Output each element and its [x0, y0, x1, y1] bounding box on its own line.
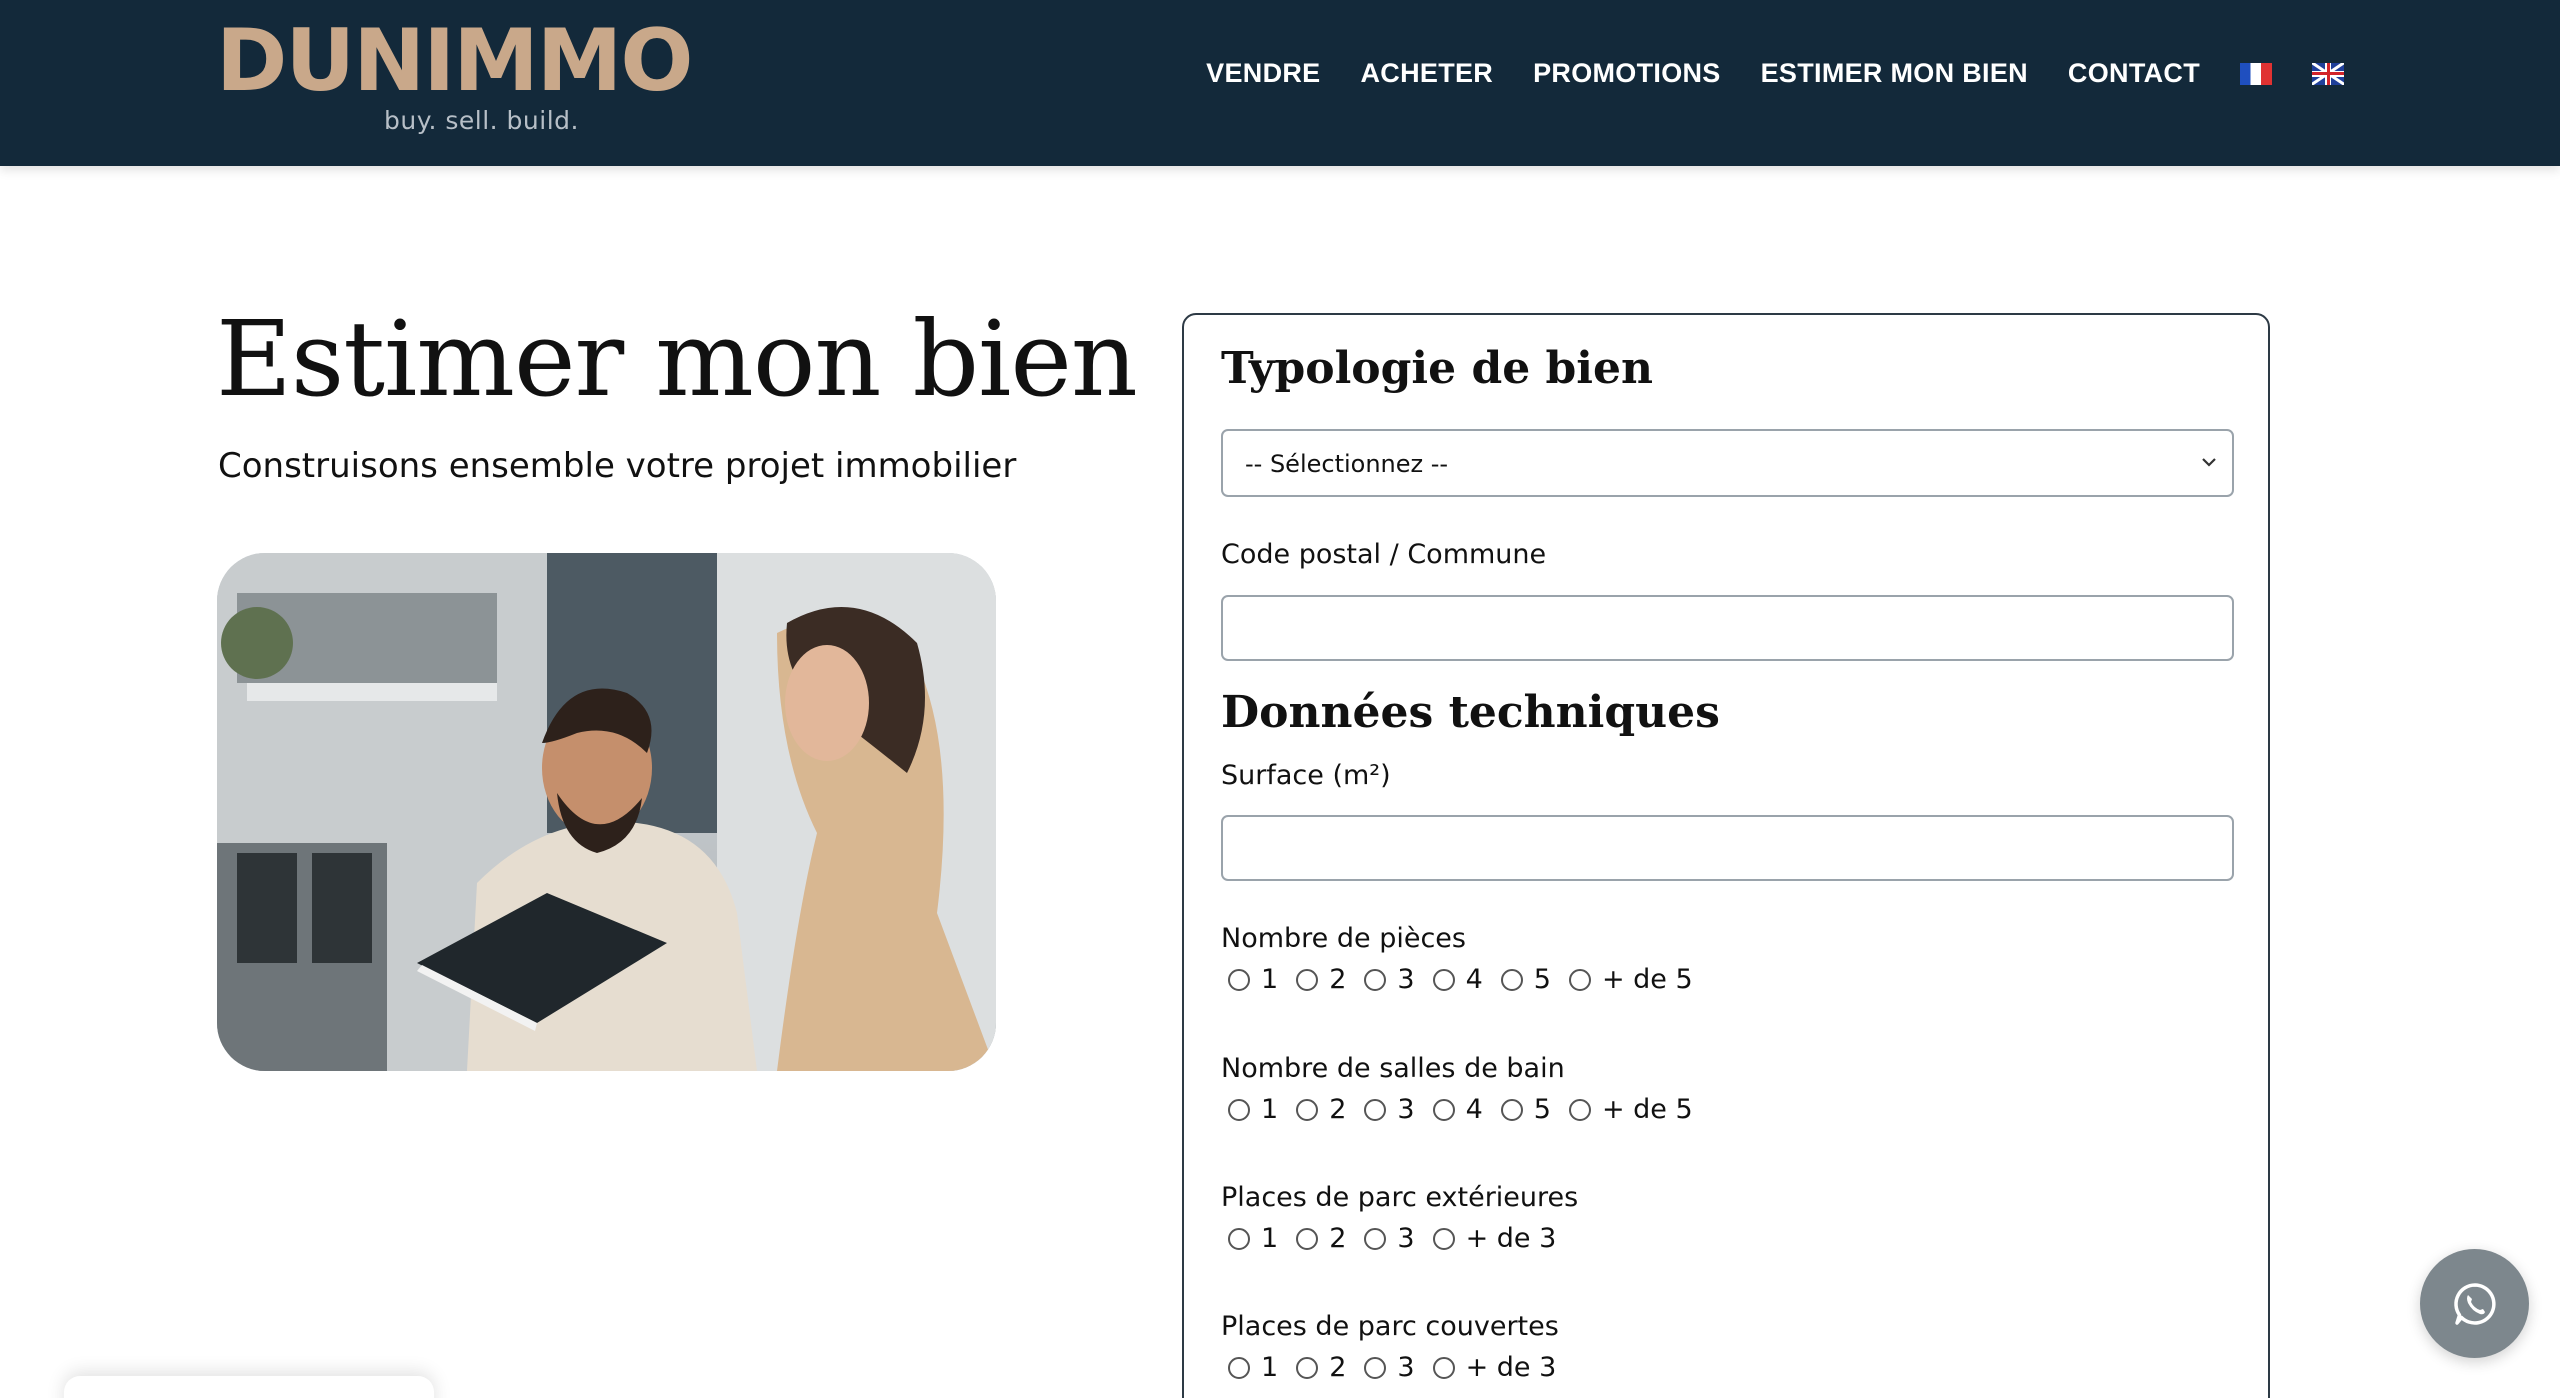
surface-input[interactable] — [1221, 815, 2234, 881]
radio-label: 4 — [1465, 964, 1483, 995]
pieces-option-4[interactable]: 4 — [1432, 964, 1483, 995]
dunimmo-logo[interactable]: DUNIMMO buy. sell. build. — [216, 18, 716, 142]
radio-label: 1 — [1261, 1094, 1279, 1125]
radio-label: + de 3 — [1465, 1223, 1557, 1254]
radio-button[interactable] — [1432, 1227, 1455, 1250]
radio-button[interactable] — [1296, 1098, 1319, 1121]
radio-label: + de 5 — [1601, 1094, 1693, 1125]
radio-button[interactable] — [1500, 968, 1523, 991]
section-typologie-title: Typologie de bien — [1221, 343, 1653, 394]
parc-couv-option-1[interactable]: 1 — [1228, 1352, 1278, 1383]
salles-bain-option-plus5[interactable]: + de 5 — [1568, 1094, 1693, 1125]
hero-photo-illustration — [217, 553, 996, 1071]
radio-label: 1 — [1261, 1223, 1279, 1254]
salles-bain-option-5[interactable]: 5 — [1500, 1094, 1551, 1125]
parc-ext-label: Places de parc extérieures — [1221, 1182, 1579, 1213]
salles-bain-option-1[interactable]: 1 — [1228, 1094, 1278, 1125]
parc-couv-option-3[interactable]: 3 — [1364, 1352, 1415, 1383]
estimation-form: Typologie de bien -- Sélectionnez -- Cod… — [1182, 313, 2270, 1398]
radio-label: 2 — [1329, 1094, 1347, 1125]
parc-couv-radio-group: 1 2 3 + de 3 — [1228, 1352, 1574, 1383]
salles-bain-radio-group: 1 2 3 4 5 + de 5 — [1228, 1094, 1711, 1125]
logo-tagline: buy. sell. build. — [384, 106, 579, 135]
fr-flag-icon[interactable] — [2240, 62, 2272, 85]
pieces-option-1[interactable]: 1 — [1228, 964, 1278, 995]
salles-bain-label: Nombre de salles de bain — [1221, 1053, 1565, 1084]
whatsapp-icon — [2453, 1282, 2496, 1325]
salles-bain-option-2[interactable]: 2 — [1296, 1094, 1346, 1125]
radio-button[interactable] — [1296, 1356, 1319, 1379]
radio-button[interactable] — [1296, 1227, 1319, 1250]
radio-button[interactable] — [1228, 1098, 1250, 1121]
typologie-select[interactable]: -- Sélectionnez -- — [1221, 429, 2234, 497]
page-title: Estimer mon bien — [216, 298, 1138, 420]
salles-bain-option-3[interactable]: 3 — [1364, 1094, 1415, 1125]
pieces-option-plus5[interactable]: + de 5 — [1568, 964, 1693, 995]
salles-bain-option-4[interactable]: 4 — [1432, 1094, 1483, 1125]
parc-couv-option-2[interactable]: 2 — [1296, 1352, 1346, 1383]
uk-flag-icon[interactable] — [2312, 62, 2344, 85]
radio-label: 3 — [1397, 1352, 1415, 1383]
parc-ext-option-plus3[interactable]: + de 3 — [1432, 1223, 1557, 1254]
parc-ext-option-2[interactable]: 2 — [1296, 1223, 1346, 1254]
pieces-label: Nombre de pièces — [1221, 923, 1466, 954]
radio-button[interactable] — [1228, 1356, 1250, 1379]
hero-image — [217, 553, 996, 1071]
radio-label: 2 — [1329, 1223, 1347, 1254]
code-postal-input[interactable] — [1221, 595, 2234, 661]
pieces-option-2[interactable]: 2 — [1296, 964, 1346, 995]
radio-button[interactable] — [1432, 968, 1455, 991]
logo-wordmark: DUNIMMO — [216, 11, 693, 111]
nav-estimer-mon-bien[interactable]: ESTIMER MON BIEN — [1761, 58, 2028, 89]
pieces-radio-group: 1 2 3 4 5 + de 5 — [1228, 964, 1711, 995]
radio-button[interactable] — [1364, 1098, 1387, 1121]
radio-label: 5 — [1533, 1094, 1551, 1125]
radio-label: 5 — [1533, 964, 1551, 995]
chevron-down-icon — [2202, 458, 2216, 467]
radio-button[interactable] — [1568, 1098, 1591, 1121]
radio-button[interactable] — [1296, 968, 1319, 991]
radio-label: 3 — [1397, 964, 1415, 995]
parc-ext-option-1[interactable]: 1 — [1228, 1223, 1278, 1254]
nav-contact[interactable]: CONTACT — [2068, 58, 2200, 89]
radio-button[interactable] — [1432, 1356, 1455, 1379]
parc-ext-radio-group: 1 2 3 + de 3 — [1228, 1223, 1574, 1254]
parc-couv-option-plus3[interactable]: + de 3 — [1432, 1352, 1557, 1383]
section-donnees-title: Données techniques — [1221, 687, 1720, 738]
radio-button[interactable] — [1432, 1098, 1455, 1121]
code-postal-label: Code postal / Commune — [1221, 539, 1547, 570]
radio-button[interactable] — [1364, 1227, 1387, 1250]
radio-label: 3 — [1397, 1094, 1415, 1125]
radio-label: + de 5 — [1601, 964, 1693, 995]
site-header: DUNIMMO buy. sell. build. VENDRE ACHETER… — [0, 0, 2560, 166]
radio-button[interactable] — [1500, 1098, 1523, 1121]
radio-label: 3 — [1397, 1223, 1415, 1254]
parc-ext-option-3[interactable]: 3 — [1364, 1223, 1415, 1254]
nav-promotions[interactable]: PROMOTIONS — [1533, 58, 1721, 89]
nav-acheter[interactable]: ACHETER — [1360, 58, 1493, 89]
radio-label: 1 — [1261, 1352, 1279, 1383]
radio-label: + de 3 — [1465, 1352, 1557, 1383]
radio-button[interactable] — [1228, 1227, 1250, 1250]
radio-label: 2 — [1329, 1352, 1347, 1383]
radio-label: 2 — [1329, 964, 1347, 995]
cookie-consent-tab[interactable] — [64, 1376, 434, 1398]
radio-button[interactable] — [1364, 968, 1387, 991]
typologie-select-value: -- Sélectionnez -- — [1245, 450, 1449, 478]
radio-button[interactable] — [1568, 968, 1591, 991]
nav-vendre[interactable]: VENDRE — [1206, 58, 1320, 89]
radio-button[interactable] — [1364, 1356, 1387, 1379]
page-subtitle: Construisons ensemble votre projet immob… — [218, 446, 1017, 486]
whatsapp-button[interactable] — [2420, 1249, 2529, 1358]
pieces-option-3[interactable]: 3 — [1364, 964, 1415, 995]
surface-label: Surface (m²) — [1221, 760, 1391, 791]
parc-couv-label: Places de parc couvertes — [1221, 1311, 1559, 1342]
main-nav: VENDRE ACHETER PROMOTIONS ESTIMER MON BI… — [1206, 58, 2344, 89]
pieces-option-5[interactable]: 5 — [1500, 964, 1551, 995]
radio-label: 4 — [1465, 1094, 1483, 1125]
radio-button[interactable] — [1228, 968, 1250, 991]
radio-label: 1 — [1261, 964, 1279, 995]
